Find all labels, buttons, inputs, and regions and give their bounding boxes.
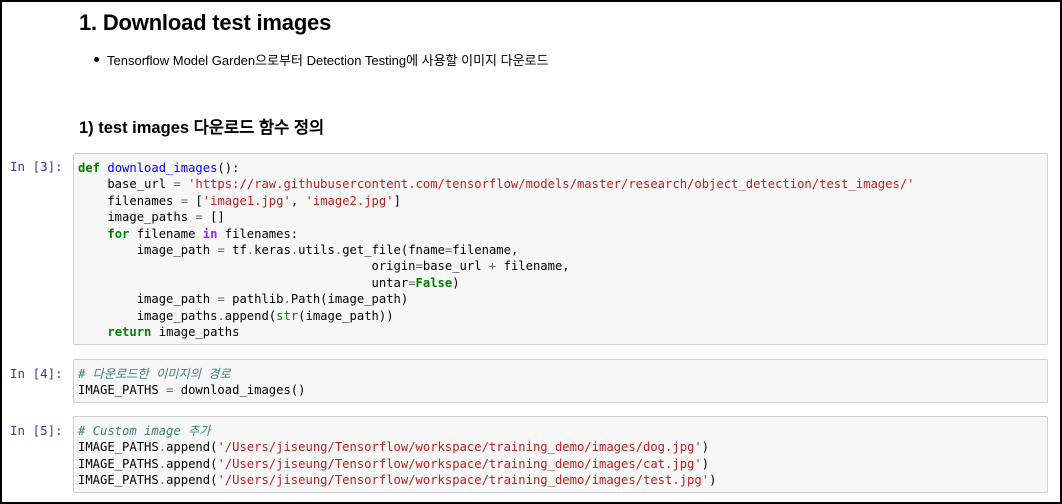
code-token: base_url: [422, 259, 489, 274]
code-token: append(: [166, 456, 218, 471]
code-token: =: [180, 193, 189, 208]
code-token: False: [415, 275, 453, 290]
code-token: .: [283, 292, 291, 307]
code-cell-custom-images[interactable]: # Custom image 추가 IMAGE_PATHS.append('/Us…: [73, 416, 1048, 493]
code-line: return image_paths: [78, 324, 1043, 340]
code-token: image_paths: [78, 308, 218, 323]
code-cell-download-images[interactable]: def download_images(): base_url = 'https…: [73, 153, 1048, 345]
code-token: append(: [224, 308, 277, 323]
markdown-bullet-item: Tensorflow Model Garden으로부터 Detection Te…: [94, 50, 548, 69]
code-token: get_file(fname: [342, 242, 445, 257]
code-line: image_paths.append(str(image_path)): [78, 308, 1043, 324]
code-token: =: [217, 292, 225, 307]
markdown-heading-1: 1. Download test images: [79, 10, 332, 35]
code-token: =: [408, 275, 416, 290]
code-line: filenames = ['image1.jpg', 'image2.jpg']: [78, 193, 1043, 209]
code-token: base_url: [78, 177, 174, 192]
code-token: str: [276, 308, 299, 323]
code-token: =: [217, 242, 225, 257]
code-line: origin=base_url + filename,: [78, 258, 1043, 274]
code-token: 'image1.jpg': [202, 193, 291, 208]
code-token: tf: [224, 242, 247, 257]
code-line: base_url = 'https://raw.githubuserconten…: [78, 176, 1043, 192]
code-token: '/Users/jiseung/Tensorflow/workspace/tra…: [217, 456, 702, 471]
code-token: ]: [393, 193, 401, 208]
code-line: # 다운로드한 이미지의 경로: [78, 366, 1043, 382]
code-token: []: [202, 210, 225, 225]
code-line: IMAGE_PATHS.append('/Users/jiseung/Tenso…: [78, 439, 1043, 455]
code-token: 'https://raw.githubusercontent.com/tenso…: [188, 177, 915, 192]
code-token: filename,: [496, 259, 570, 274]
code-token: filename: [129, 226, 203, 241]
code-token: in: [202, 226, 218, 241]
code-token: 'image2.jpg': [305, 193, 394, 208]
bullet-dot-icon: [94, 57, 99, 62]
code-token: filenames: [78, 193, 181, 208]
code-token: .: [217, 308, 225, 323]
code-line: # Custom image 추가: [78, 423, 1043, 439]
code-token: ): [701, 440, 710, 455]
code-line: IMAGE_PATHS.append('/Users/jiseung/Tenso…: [78, 456, 1043, 472]
code-token: filenames:: [217, 226, 299, 241]
code-line: for filename in filenames:: [78, 226, 1043, 242]
code-token: def: [78, 161, 101, 175]
code-token: utils: [298, 242, 335, 257]
code-token: image_path: [78, 242, 218, 257]
code-token: for: [107, 226, 130, 241]
code-token: IMAGE_PATHS: [78, 383, 167, 398]
code-token: .: [158, 473, 167, 488]
code-token: keras: [254, 242, 291, 257]
code-line: IMAGE_PATHS = download_images(): [78, 382, 1043, 398]
cell-prompt-4: In [4]:: [10, 366, 63, 381]
code-token: append(: [166, 473, 218, 488]
code-token: (image_path)): [298, 308, 394, 323]
code-token: image_path: [78, 292, 218, 307]
code-line: def download_images():: [78, 160, 1043, 176]
code-token: image_paths: [151, 324, 240, 339]
bullet-text: Tensorflow Model Garden으로부터 Detection Te…: [107, 53, 549, 68]
code-token: '/Users/jiseung/Tensorflow/workspace/tra…: [217, 473, 710, 488]
code-token: download_images(): [173, 383, 306, 398]
code-token: untar: [78, 275, 409, 290]
code-token: .: [158, 456, 167, 471]
code-token: [: [188, 193, 203, 208]
code-token: .: [158, 440, 167, 455]
code-token: Path(image_path): [290, 292, 409, 307]
code-line: image_paths = []: [78, 209, 1043, 225]
cell-prompt-3: In [3]:: [10, 159, 63, 174]
code-token: IMAGE_PATHS: [78, 473, 159, 488]
code-token: =: [195, 210, 203, 225]
code-line: IMAGE_PATHS.append('/Users/jiseung/Tenso…: [78, 472, 1043, 488]
code-token: ): [709, 473, 717, 488]
code-token: ,: [290, 193, 306, 208]
code-cell-image-paths[interactable]: # 다운로드한 이미지의 경로 IMAGE_PATHS = download_im…: [73, 359, 1048, 403]
code-token: download_images: [107, 161, 218, 175]
code-token: '/Users/jiseung/Tensorflow/workspace/tra…: [217, 440, 702, 455]
code-token: return: [107, 324, 152, 339]
code-token: ():: [217, 161, 240, 175]
code-token: origin: [78, 259, 416, 274]
notebook-frame: 1. Download test images Tensorflow Model…: [0, 0, 1062, 504]
code-token: ): [452, 275, 460, 290]
markdown-heading-2: 1) test images 다운로드 함수 정의: [79, 119, 325, 137]
code-token: =: [415, 259, 423, 274]
code-token: # 다운로드한 이미지의 경로: [78, 367, 231, 381]
code-token: append(: [166, 440, 218, 455]
code-token: image_paths: [78, 210, 196, 225]
code-token: # Custom image 추가: [78, 424, 211, 438]
code-token: IMAGE_PATHS: [78, 456, 159, 471]
code-token: IMAGE_PATHS: [78, 440, 159, 455]
code-token: ): [701, 456, 710, 471]
code-line: untar=False): [78, 275, 1043, 291]
cell-prompt-5: In [5]:: [10, 423, 63, 438]
code-line: image_path = tf.keras.utils.get_file(fna…: [78, 242, 1043, 258]
code-line: image_path = pathlib.Path(image_path): [78, 291, 1043, 307]
code-token: pathlib: [224, 292, 284, 307]
code-token: filename,: [452, 242, 519, 257]
code-token: =: [173, 177, 181, 192]
